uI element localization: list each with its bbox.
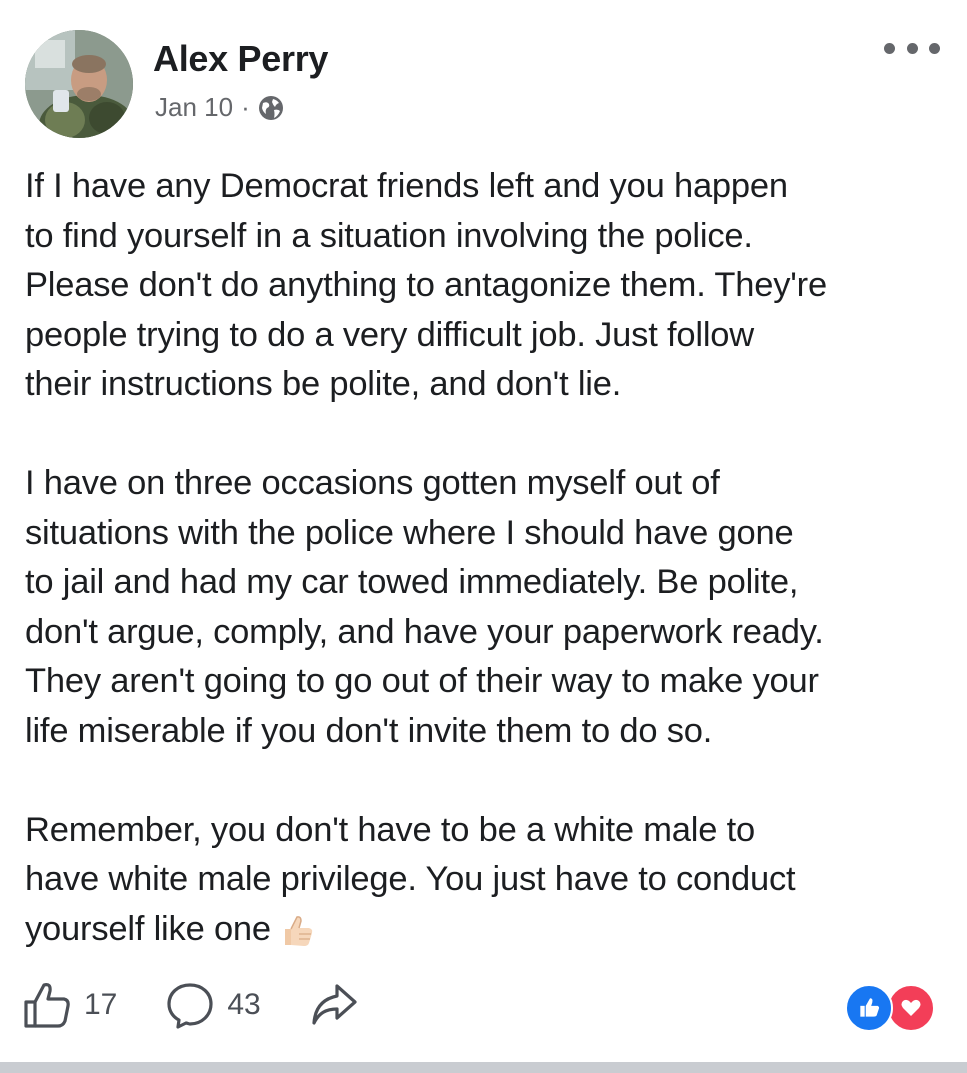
like-count: 17 <box>84 988 118 1021</box>
post-meta: Jan 10 · <box>155 92 284 123</box>
post-paragraph-3-text: Remember, you don't have to be a white m… <box>25 810 796 948</box>
reactions-summary[interactable] <box>845 984 937 1032</box>
avatar[interactable] <box>25 30 133 138</box>
post-paragraph-3: Remember, you don't have to be a white m… <box>25 806 950 955</box>
post-paragraph-2: I have on three occasions gotten myself … <box>25 464 824 750</box>
post-body: If I have any Democrat friends left and … <box>25 162 950 954</box>
share-button[interactable] <box>309 980 359 1030</box>
thumbs-up-icon <box>24 983 70 1028</box>
post-actions: 17 43 <box>22 975 407 1035</box>
globe-icon[interactable] <box>258 95 284 121</box>
comment-count: 43 <box>227 988 261 1021</box>
author-name[interactable]: Alex Perry <box>153 38 328 80</box>
comment-button[interactable]: 43 <box>165 980 261 1030</box>
like-button[interactable]: 17 <box>22 980 117 1030</box>
post-divider <box>0 1062 967 1073</box>
love-reaction-icon <box>887 984 935 1032</box>
share-icon <box>312 984 357 1025</box>
post-date[interactable]: Jan 10 <box>155 92 233 123</box>
post-card: Alex Perry Jan 10 · If I have any Democr… <box>0 0 967 1060</box>
like-reaction-icon <box>845 984 893 1032</box>
comment-icon <box>167 983 213 1029</box>
post-paragraph-1: If I have any Democrat friends left and … <box>25 167 827 403</box>
more-options-icon[interactable] <box>884 38 940 58</box>
avatar-image <box>25 30 133 138</box>
meta-separator: · <box>241 92 250 122</box>
thumbs-up-emoji-icon <box>277 911 315 949</box>
